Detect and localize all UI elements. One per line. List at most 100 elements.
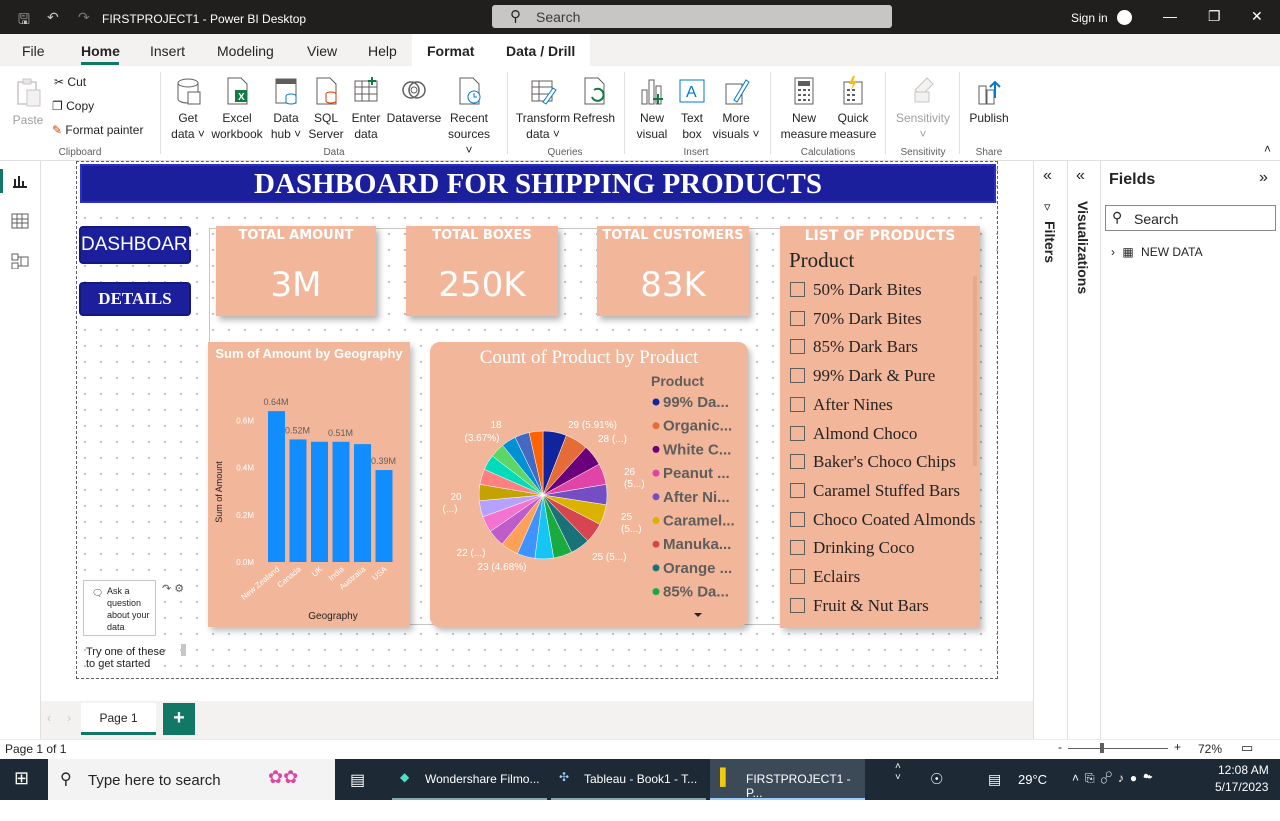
pie-chart-panel[interactable]: Count of Product by Product 29 (5.91%) 28… xyxy=(430,342,748,627)
checkbox[interactable] xyxy=(790,396,805,412)
recent-sources-button[interactable]: Recent sources ˅ xyxy=(444,76,494,158)
checkbox[interactable] xyxy=(790,425,805,441)
save-icon[interactable]: 🖫 xyxy=(18,9,30,33)
checkbox[interactable] xyxy=(790,310,805,326)
taskbar-overflow-icon[interactable]: ˄ ˅ xyxy=(895,761,901,802)
copy-button[interactable]: ❐ Copy xyxy=(52,99,94,113)
zoom-out-icon[interactable]: - xyxy=(1058,740,1062,754)
tab-view[interactable]: View xyxy=(307,43,337,59)
taskbar-app-filmora[interactable]: ◆ Wondershare Filmo... xyxy=(392,759,547,800)
table-new-data[interactable]: › ▦ NEW DATA xyxy=(1111,245,1203,259)
avatar[interactable] xyxy=(1117,10,1132,25)
quick-measure-button[interactable]: Quick measure xyxy=(828,76,878,142)
title-search-box[interactable]: ⚲ Search xyxy=(492,5,892,28)
taskbar-app-powerbi[interactable]: ▌ FIRSTPROJECT1 - P... xyxy=(710,759,865,800)
fields-search-input[interactable]: ⚲ Search xyxy=(1105,205,1276,231)
redo-icon[interactable]: ↷ xyxy=(78,9,90,26)
total-customers-card[interactable]: TOTAL CUSTOMERS 83K xyxy=(597,226,749,316)
tab-data-drill[interactable]: Data / Drill xyxy=(506,43,575,59)
undo-icon[interactable]: ↶ xyxy=(47,9,59,26)
sql-server-button[interactable]: SQL Server xyxy=(306,76,346,142)
checkbox[interactable] xyxy=(790,339,805,355)
cut-button[interactable]: ✂ Cut xyxy=(54,75,86,89)
dataverse-button[interactable]: Dataverse xyxy=(386,76,442,126)
slicer-item[interactable]: 99% Dark & Pure xyxy=(790,366,935,386)
page-tab-1[interactable]: Page 1 xyxy=(81,703,156,735)
tab-format[interactable]: Format xyxy=(427,43,474,59)
add-page-button[interactable]: + xyxy=(163,703,195,735)
qa-visual[interactable]: 🗨 Ask a question about your data xyxy=(83,580,156,636)
total-amount-card[interactable]: TOTAL AMOUNT 3M xyxy=(216,226,376,316)
checkbox[interactable] xyxy=(790,597,805,613)
refresh-button[interactable]: Refresh xyxy=(572,76,616,126)
checkbox[interactable] xyxy=(790,569,805,584)
transform-data-button[interactable]: Transform data ˅ xyxy=(514,76,572,142)
slicer-item[interactable]: Baker's Choco Chips xyxy=(790,452,956,472)
windows-start-icon[interactable]: ⊞ xyxy=(14,768,29,809)
task-view-icon[interactable]: ▤ xyxy=(350,770,365,811)
model-view-icon[interactable] xyxy=(11,253,29,269)
checkbox[interactable] xyxy=(790,454,805,470)
expand-visualizations-icon[interactable]: « xyxy=(1076,167,1085,185)
format-painter-button[interactable]: ✎ Format painter xyxy=(52,123,143,137)
bar-chart-panel[interactable]: Sum of Amount by Geography 0.0M 0.2M 0.4M 0… xyxy=(208,342,410,627)
publish-button[interactable]: Publish xyxy=(966,76,1012,126)
sign-in-link[interactable]: Sign in xyxy=(1071,11,1108,25)
tab-help[interactable]: Help xyxy=(368,43,397,59)
slicer-item[interactable]: Choco Coated Almonds xyxy=(790,510,975,530)
collapse-fields-icon[interactable]: » xyxy=(1259,169,1268,187)
taskbar-app-tableau[interactable]: ✣ Tableau - Book1 - T... xyxy=(551,759,706,800)
fit-to-page-icon[interactable]: ▭ xyxy=(1241,740,1253,756)
paste-button[interactable]: Paste xyxy=(12,78,44,128)
slicer-item[interactable]: 50% Dark Bites xyxy=(790,280,922,300)
zoom-slider-thumb[interactable] xyxy=(1100,743,1104,753)
checkbox[interactable] xyxy=(790,482,805,498)
tab-insert[interactable]: Insert xyxy=(150,43,185,59)
collapse-filters-icon[interactable]: « xyxy=(1043,167,1052,185)
slicer-item[interactable]: 70% Dark Bites xyxy=(790,309,922,329)
new-visual-button[interactable]: New visual xyxy=(632,76,672,142)
tab-modeling[interactable]: Modeling xyxy=(217,43,274,59)
details-nav-button[interactable]: DETAILS xyxy=(79,282,191,316)
table-view-icon[interactable] xyxy=(11,213,29,229)
data-hub-button[interactable]: Data hub ˅ xyxy=(266,76,306,142)
zoom-slider[interactable] xyxy=(1068,748,1168,749)
qa-scrollbar[interactable] xyxy=(181,644,186,656)
slicer-item[interactable]: 85% Dark Bars xyxy=(790,337,918,357)
checkbox[interactable] xyxy=(790,368,805,384)
qa-option-icons[interactable]: ↷ ⚙ xyxy=(162,582,184,595)
slicer-item[interactable]: Fruit & Nut Bars xyxy=(790,596,929,616)
get-data-button[interactable]: Get data ˅ xyxy=(170,76,206,142)
excel-workbook-button[interactable]: X Excel workbook xyxy=(209,76,265,142)
slicer-item[interactable]: Almond Choco xyxy=(790,424,917,444)
weather-icon[interactable]: ▤ xyxy=(988,771,1001,812)
report-view-icon[interactable] xyxy=(11,173,29,189)
slicer-item[interactable]: Drinking Coco xyxy=(790,538,915,558)
enter-data-button[interactable]: Enter data xyxy=(348,76,384,142)
sensitivity-button[interactable]: Sensitivity ˅ xyxy=(894,76,952,142)
tab-file[interactable]: File xyxy=(22,43,45,59)
text-box-button[interactable]: A Text box xyxy=(674,76,710,142)
system-tray-icons[interactable]: ˄⎘☍♪●☁ xyxy=(1072,771,1159,812)
collapse-ribbon-icon[interactable]: ˄ xyxy=(1264,142,1271,156)
minimize-icon[interactable]: — xyxy=(1163,8,1177,24)
maximize-icon[interactable]: ❐ xyxy=(1208,8,1221,25)
more-visuals-button[interactable]: More visuals ˅ xyxy=(712,76,760,142)
slicer-item[interactable]: After Nines xyxy=(790,395,893,415)
people-icon[interactable]: ☉ xyxy=(930,770,943,811)
close-icon[interactable]: ✕ xyxy=(1251,8,1263,25)
taskbar-search[interactable]: ⚲ Type here to search ✿✿ xyxy=(48,759,335,800)
zoom-in-icon[interactable]: + xyxy=(1174,740,1181,754)
checkbox[interactable] xyxy=(790,511,805,527)
slicer-scrollbar[interactable] xyxy=(973,276,977,466)
dashboard-nav-button[interactable]: DASHBOARD xyxy=(79,226,201,264)
tab-home[interactable]: Home xyxy=(81,43,120,59)
new-measure-button[interactable]: New measure xyxy=(780,76,828,142)
slicer-item[interactable]: Eclairs xyxy=(790,567,860,587)
filters-pane[interactable]: « ▿ Filters xyxy=(1033,161,1067,739)
next-page-icon[interactable]: › xyxy=(67,711,71,725)
visualizations-pane[interactable]: « Visualizations xyxy=(1067,161,1100,739)
prev-page-icon[interactable]: ‹ xyxy=(47,711,51,725)
checkbox[interactable] xyxy=(790,540,805,556)
slicer-item[interactable]: Caramel Stuffed Bars xyxy=(790,481,960,501)
